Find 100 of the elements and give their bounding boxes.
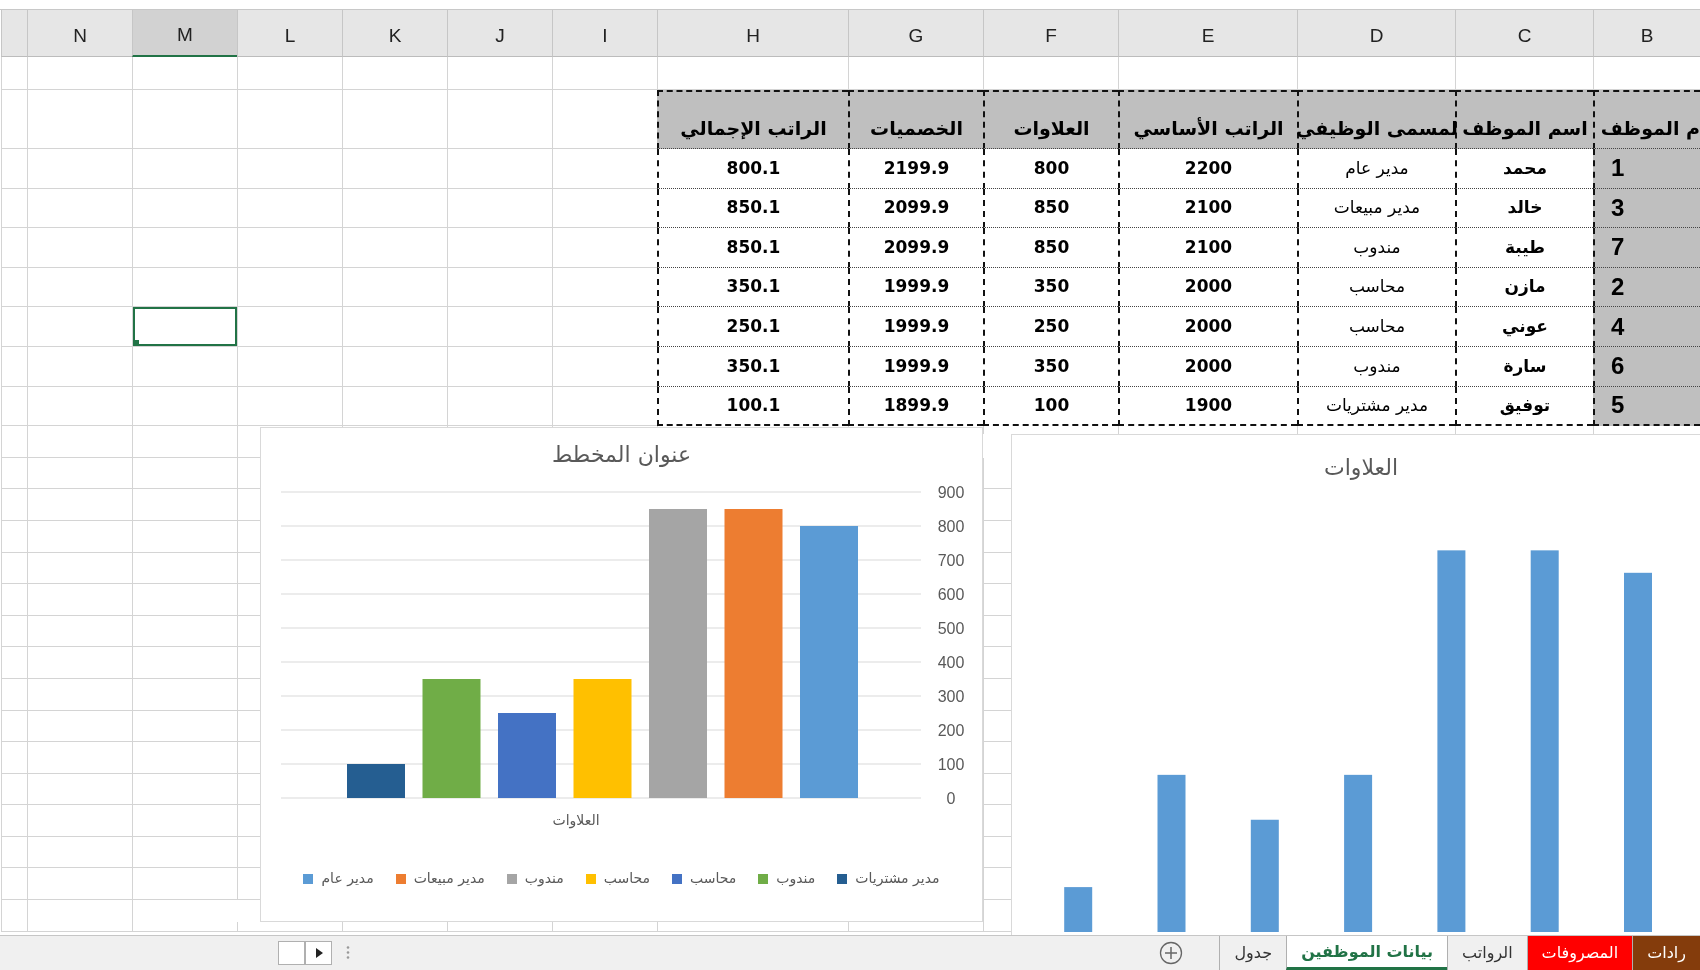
empty-cell[interactable] (27, 426, 132, 458)
legend-item[interactable]: مندوب (758, 868, 816, 889)
column-header[interactable]: N (27, 10, 132, 57)
empty-cell[interactable] (132, 773, 237, 806)
sheet-tab[interactable]: بيانات الموظفين (1286, 936, 1448, 970)
empty-cell[interactable] (237, 307, 342, 347)
empty-cell[interactable] (132, 520, 237, 553)
bar[interactable] (347, 764, 405, 798)
empty-cell[interactable] (552, 307, 657, 347)
bar[interactable] (724, 509, 783, 798)
column-header[interactable]: D (1297, 10, 1455, 57)
empty-cell[interactable] (1, 426, 27, 458)
empty-cell[interactable] (1, 678, 27, 711)
empty-cell[interactable] (132, 900, 237, 932)
empty-cell[interactable] (132, 647, 237, 679)
empty-cell[interactable] (27, 188, 132, 229)
empty-cell[interactable] (237, 188, 342, 229)
empty-cell[interactable] (132, 346, 237, 387)
empty-cell[interactable] (132, 57, 237, 90)
column-header[interactable]: H (657, 10, 848, 57)
empty-cell[interactable] (27, 149, 132, 189)
empty-cell[interactable] (132, 584, 237, 616)
bar[interactable] (800, 526, 858, 798)
empty-cell[interactable] (552, 57, 657, 90)
empty-cell[interactable] (1, 868, 27, 901)
empty-cell[interactable] (342, 90, 447, 149)
empty-cell[interactable] (1, 457, 27, 490)
bar[interactable] (573, 679, 632, 798)
empty-cell[interactable] (342, 188, 447, 229)
empty-cell[interactable] (132, 149, 237, 189)
empty-cell[interactable] (27, 742, 132, 774)
empty-cell[interactable] (342, 346, 447, 387)
empty-cell[interactable] (447, 307, 552, 347)
column-header[interactable] (1, 10, 27, 57)
legend-item[interactable]: مدير مبيعات (395, 868, 485, 889)
empty-cell[interactable] (552, 149, 657, 189)
empty-cell[interactable] (342, 228, 447, 268)
legend-item[interactable]: مدير عام (303, 868, 374, 889)
legend-item[interactable]: مندوب (506, 868, 564, 889)
empty-cell[interactable] (27, 584, 132, 616)
empty-cell[interactable] (1, 228, 27, 268)
empty-cell[interactable] (447, 267, 552, 308)
empty-cell[interactable] (132, 710, 237, 743)
empty-cell[interactable] (342, 267, 447, 308)
empty-cell[interactable] (27, 520, 132, 553)
bar[interactable] (649, 509, 707, 798)
empty-cell[interactable] (1, 520, 27, 553)
empty-cell[interactable] (447, 188, 552, 229)
empty-cell[interactable] (237, 267, 342, 308)
empty-cell[interactable] (27, 805, 132, 837)
empty-cell[interactable] (27, 489, 132, 521)
empty-cell[interactable] (1, 149, 27, 189)
empty-cell[interactable] (1, 552, 27, 585)
column-header[interactable]: K (342, 10, 447, 57)
empty-cell[interactable] (447, 386, 552, 427)
empty-cell[interactable] (27, 900, 132, 932)
empty-cell[interactable] (552, 228, 657, 268)
empty-cell[interactable] (132, 742, 237, 774)
empty-cell[interactable] (27, 386, 132, 427)
chart-panel[interactable]: العلاوات (1011, 434, 1700, 935)
empty-cell[interactable] (447, 228, 552, 268)
empty-cell[interactable] (1, 836, 27, 869)
empty-cell[interactable] (132, 678, 237, 711)
bar[interactable] (498, 713, 556, 798)
empty-cell[interactable] (1, 710, 27, 743)
empty-cell[interactable] (27, 615, 132, 648)
empty-cell[interactable] (1, 647, 27, 679)
empty-cell[interactable] (27, 552, 132, 585)
empty-cell[interactable] (27, 773, 132, 806)
legend-item[interactable]: محاسب (672, 868, 737, 889)
empty-cell[interactable] (27, 57, 132, 90)
empty-cell[interactable] (1, 90, 27, 149)
empty-cell[interactable] (237, 228, 342, 268)
empty-cell[interactable] (1, 773, 27, 806)
column-header[interactable]: M (132, 10, 237, 57)
empty-cell[interactable] (132, 552, 237, 585)
empty-cell[interactable] (342, 57, 447, 90)
empty-cell[interactable] (1, 267, 27, 308)
empty-cell[interactable] (27, 868, 132, 901)
empty-cell[interactable] (132, 868, 237, 901)
empty-cell[interactable] (27, 710, 132, 743)
column-header[interactable]: F (983, 10, 1118, 57)
empty-cell[interactable] (132, 457, 237, 490)
empty-cell[interactable] (27, 90, 132, 149)
column-header[interactable]: L (237, 10, 342, 57)
empty-cell[interactable] (552, 267, 657, 308)
sheet-tab[interactable]: المصروفات (1526, 936, 1633, 970)
empty-cell[interactable] (27, 678, 132, 711)
empty-cell[interactable] (342, 386, 447, 427)
empty-cell[interactable] (1, 805, 27, 837)
column-header[interactable]: G (848, 10, 983, 57)
empty-cell[interactable] (1, 615, 27, 648)
empty-cell[interactable] (27, 346, 132, 387)
column-header[interactable]: J (447, 10, 552, 57)
empty-cell[interactable] (237, 346, 342, 387)
empty-cell[interactable] (132, 228, 237, 268)
empty-cell[interactable] (132, 386, 237, 427)
empty-cell[interactable] (447, 346, 552, 387)
empty-cell[interactable] (447, 90, 552, 149)
empty-cell[interactable] (237, 149, 342, 189)
